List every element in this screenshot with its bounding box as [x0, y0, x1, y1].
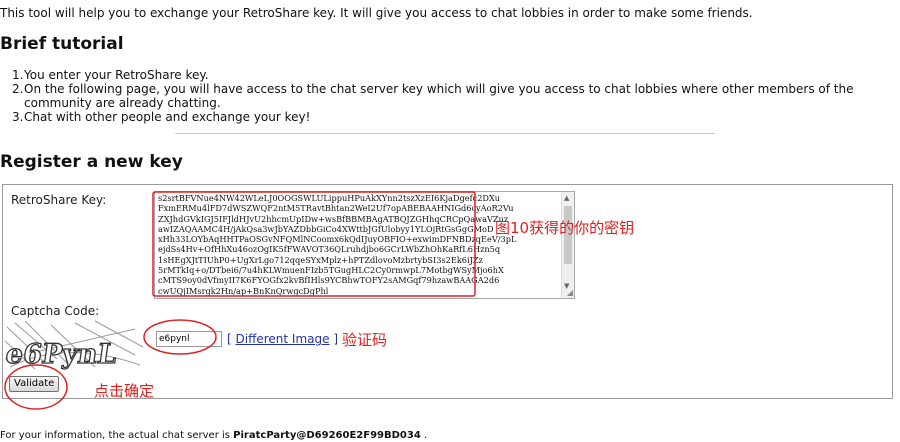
tutorial-step-text: On the following page, you will have acc…	[24, 82, 854, 110]
validate-annotation: 点击确定	[94, 382, 155, 400]
intro-text: This tool will help you to exchange your…	[0, 6, 753, 20]
captcha-glyphs: e6PynL	[5, 339, 119, 370]
key-annotation: 图10获得的你的密钥	[495, 219, 635, 237]
key-label: RetroShare Key:	[11, 193, 107, 207]
textarea-scrollbar[interactable]: ▲ ▼	[561, 192, 574, 298]
tutorial-step-text: Chat with other people and exchange your…	[24, 110, 311, 124]
register-heading: Register a new key	[0, 152, 183, 172]
key-textarea[interactable]: s2srtBFVNue4NW42WLeLJ0OOGSWLULippuHPuAkX…	[154, 191, 575, 299]
different-image-link[interactable]: [ Different Image ]	[227, 332, 338, 346]
tutorial-step: 3. Chat with other people and exchange yo…	[12, 110, 311, 124]
resize-handle-icon[interactable]: ◢	[567, 288, 573, 297]
tutorial-step-text: You enter your RetroShare key.	[24, 68, 209, 82]
captcha-image: e6PynL	[5, 319, 145, 371]
key-textarea-content: s2srtBFVNue4NW42WLeLJ0OOGSWLULippuHPuAkX…	[158, 193, 517, 296]
tutorial-heading: Brief tutorial	[0, 34, 124, 54]
tutorial-step: 2. On the following page, you will have a…	[12, 82, 854, 110]
tutorial-step: 1. You enter your RetroShare key.	[12, 68, 209, 82]
captcha-label: Captcha Code:	[11, 304, 100, 318]
scroll-up-arrow-icon[interactable]: ▲	[564, 194, 569, 202]
section-divider	[175, 133, 715, 134]
tutorial-steps: 1. You enter your RetroShare key. 2. On th…	[12, 68, 872, 124]
chat-server-id: PiratcParty@D69260E2F99BD034	[233, 430, 421, 441]
validate-button[interactable]: Validate	[9, 376, 60, 392]
register-panel: RetroShare Key: s2srtBFVNue4NW42WLeLJ0OO…	[2, 184, 893, 399]
captcha-annotation: 验证码	[342, 331, 388, 349]
captcha-input[interactable]	[156, 331, 222, 347]
footer-info: For your information, the actual chat se…	[0, 430, 428, 441]
